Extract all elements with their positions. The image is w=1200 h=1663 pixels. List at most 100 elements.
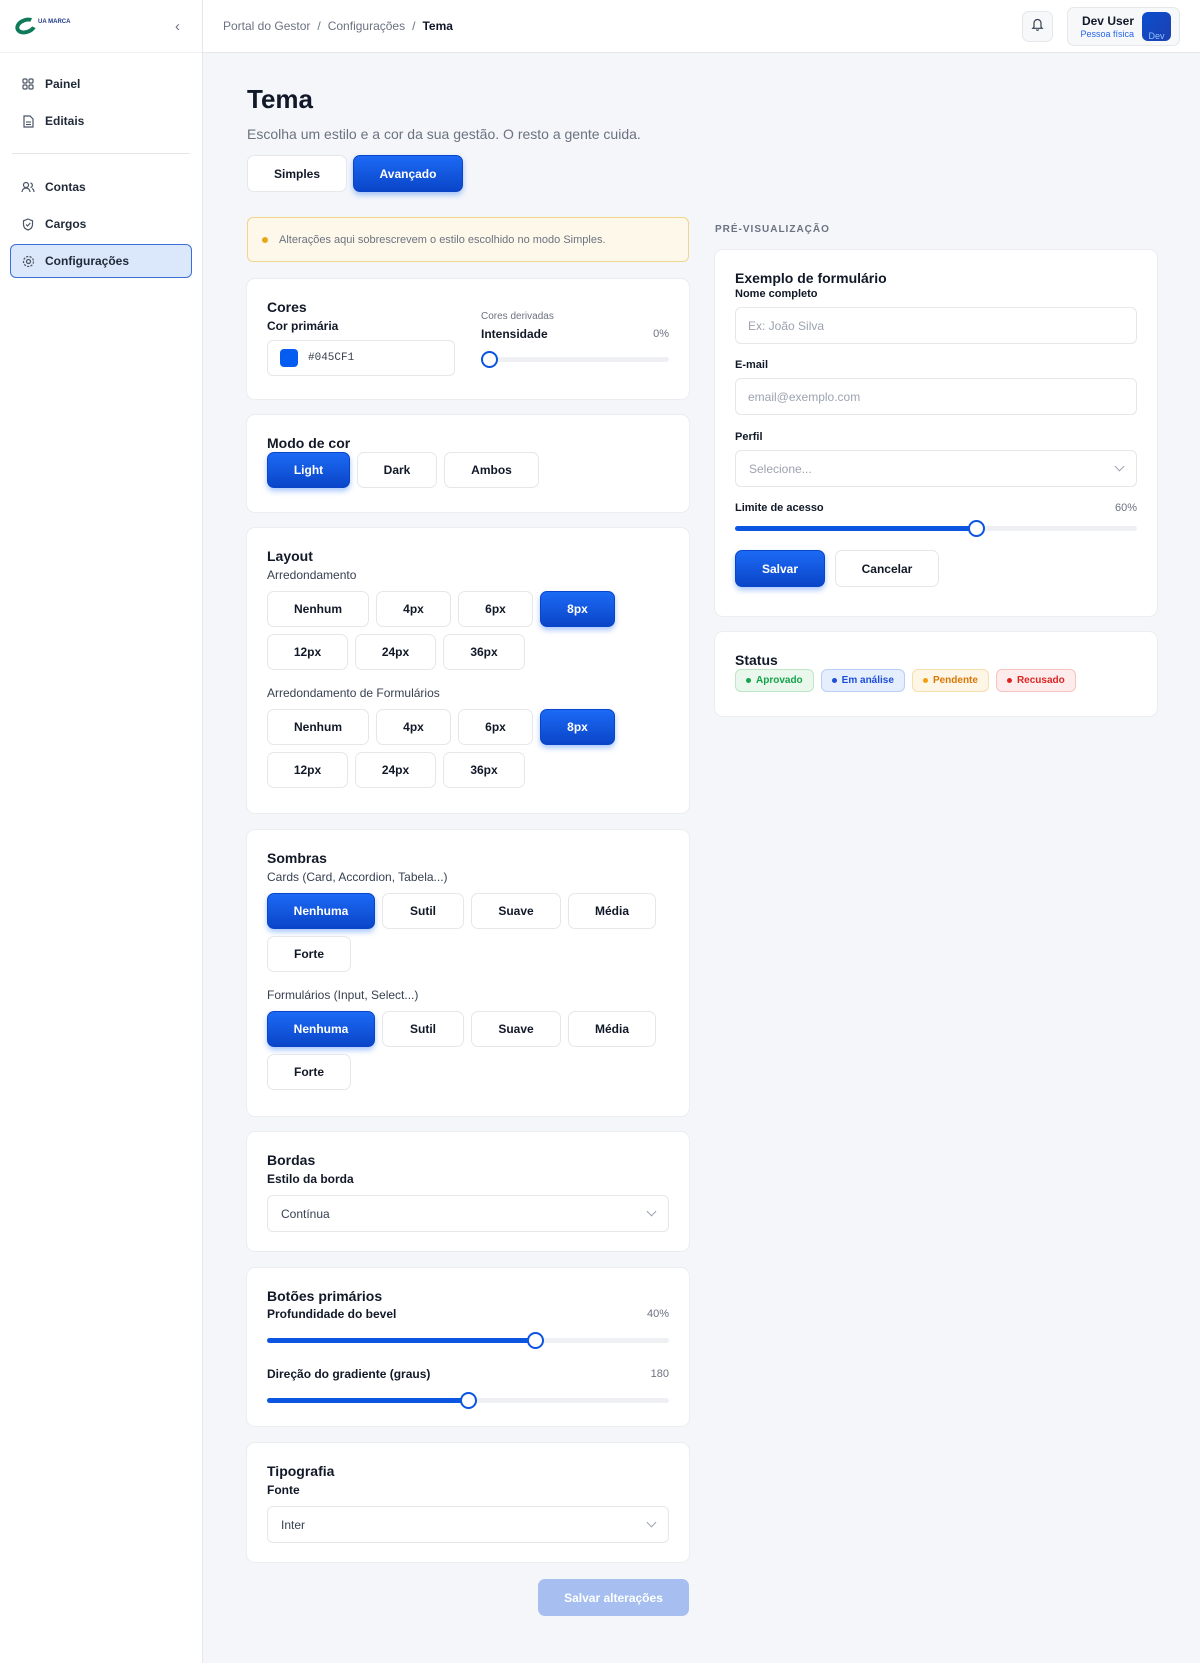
bevel-label: Profundidade do bevel (267, 1307, 397, 1321)
form-rounding-option-nenhum[interactable]: Nenhum (267, 709, 369, 745)
rounding-option-nenhum[interactable]: Nenhum (267, 591, 369, 627)
form-shadow-option-sutil[interactable]: Sutil (382, 1011, 464, 1047)
card-shadow-options: Nenhuma Sutil Suave Média Forte (267, 893, 667, 972)
slider-track (481, 357, 669, 362)
sidebar-divider (12, 153, 190, 154)
user-menu[interactable]: Dev User Pessoa física Dev (1067, 6, 1180, 46)
intensity-slider[interactable] (481, 349, 669, 369)
chevron-down-icon (646, 1517, 657, 1528)
logo-text: UA MARCA (38, 19, 71, 25)
sidebar-item-editais[interactable]: Editais (10, 104, 192, 138)
users-icon (21, 181, 35, 193)
form-rounding-option-36px[interactable]: 36px (443, 752, 525, 788)
slider-fill (735, 526, 977, 531)
shield-icon (21, 217, 35, 231)
status-dot-icon (831, 678, 837, 683)
slider-thumb[interactable] (460, 1392, 477, 1409)
form-shadow-option-forte[interactable]: Forte (267, 1054, 351, 1090)
slider-thumb[interactable] (481, 351, 498, 368)
save-changes-button[interactable]: Salvar alterações (538, 1579, 689, 1616)
name-input[interactable]: Ex: João Silva (735, 307, 1137, 344)
card-shadow-option-suave[interactable]: Suave (471, 893, 561, 929)
typography-title: Tipografia (267, 1463, 335, 1479)
preview-cancel-button[interactable]: Cancelar (835, 550, 939, 587)
profile-select[interactable]: Selecione... (735, 450, 1137, 487)
breadcrumb-separator: / (317, 19, 321, 33)
document-icon (21, 114, 35, 128)
badge-label: Recusado (1016, 675, 1065, 686)
card-shadow-option-media[interactable]: Média (568, 893, 656, 929)
tab-avancado[interactable]: Avançado (353, 155, 463, 192)
sidebar-item-contas[interactable]: Contas (10, 170, 192, 204)
status-badge-aprovado: Aprovado (735, 669, 814, 692)
color-swatch[interactable] (280, 349, 298, 367)
sidebar-item-configuracoes[interactable]: Configurações (10, 244, 192, 278)
form-rounding-options: Nenhum 4px 6px 8px 12px 24px 36px (267, 709, 627, 788)
color-mode-dark-button[interactable]: Dark (357, 452, 437, 488)
border-style-select[interactable]: Contínua (267, 1195, 669, 1232)
gradient-direction-slider[interactable] (267, 1390, 669, 1410)
colors-title: Cores (267, 299, 307, 315)
bevel-value: 40% (646, 1308, 669, 1320)
primary-color-label: Cor primária (267, 319, 339, 333)
rounding-option-24px[interactable]: 24px (355, 634, 436, 670)
sidebar-header: UA MARCA ‹ (0, 0, 202, 53)
access-limit-slider[interactable] (735, 518, 1137, 538)
layout-card: Layout Arredondamento Nenhum 4px 6px 8px… (247, 528, 689, 813)
rounding-option-8px[interactable]: 8px (540, 591, 615, 627)
profile-placeholder: Selecione... (749, 461, 812, 476)
rounding-option-6px[interactable]: 6px (458, 591, 533, 627)
brand-logo[interactable]: UA MARCA (12, 14, 71, 38)
color-mode-light-button[interactable]: Light (267, 452, 350, 488)
gradient-direction-value: 180 (650, 1368, 669, 1380)
form-shadow-option-suave[interactable]: Suave (471, 1011, 561, 1047)
profile-label: Perfil (735, 431, 763, 443)
form-rounding-option-12px[interactable]: 12px (267, 752, 348, 788)
border-style-value: Contínua (281, 1206, 330, 1221)
avatar-alt: Dev (1148, 30, 1165, 41)
notifications-button[interactable] (1022, 10, 1053, 42)
name-label: Nome completo (735, 288, 818, 300)
breadcrumb-item-configuracoes[interactable]: Configurações (328, 19, 405, 33)
tab-simples[interactable]: Simples (247, 155, 347, 192)
status-dot-icon (922, 678, 928, 683)
sidebar-item-painel[interactable]: Painel (10, 67, 192, 101)
preview-save-button[interactable]: Salvar (735, 550, 825, 587)
primary-color-input[interactable]: #045CF1 (267, 340, 455, 376)
color-mode-both-button[interactable]: Ambos (444, 452, 539, 488)
form-rounding-option-24px[interactable]: 24px (355, 752, 436, 788)
sidebar-item-label: Contas (45, 180, 86, 194)
card-shadow-option-forte[interactable]: Forte (267, 936, 351, 972)
shadows-title: Sombras (267, 850, 327, 866)
form-shadow-option-media[interactable]: Média (568, 1011, 656, 1047)
breadcrumb-item-portal[interactable]: Portal do Gestor (223, 19, 310, 33)
name-placeholder: Ex: João Silva (748, 318, 825, 333)
form-shadow-option-nenhuma[interactable]: Nenhuma (267, 1011, 375, 1047)
font-select[interactable]: Inter (267, 1506, 669, 1543)
preview-form-title: Exemplo de formulário (735, 270, 887, 286)
chevron-down-icon (646, 1206, 657, 1217)
topbar: Portal do Gestor / Configurações / Tema … (203, 0, 1200, 53)
rounding-label: Arredondamento (267, 568, 357, 582)
form-rounding-option-4px[interactable]: 4px (376, 709, 451, 745)
bell-icon (1031, 17, 1044, 36)
badge-label: Em análise (841, 675, 894, 686)
bevel-slider[interactable] (267, 1330, 669, 1350)
rounding-option-4px[interactable]: 4px (376, 591, 451, 627)
slider-thumb[interactable] (527, 1332, 545, 1349)
form-rounding-option-6px[interactable]: 6px (458, 709, 533, 745)
user-info: Dev User Pessoa física (1080, 14, 1134, 39)
slider-thumb[interactable] (968, 520, 986, 537)
rounding-option-12px[interactable]: 12px (267, 634, 348, 670)
card-shadow-option-sutil[interactable]: Sutil (382, 893, 464, 929)
sidebar-item-cargos[interactable]: Cargos (10, 207, 192, 241)
preview-status-card: Status Aprovado Em análise Pendente Recu… (715, 632, 1157, 716)
rounding-options: Nenhum 4px 6px 8px 12px 24px 36px (267, 591, 627, 670)
gradient-direction-label: Direção do gradiente (graus) (267, 1367, 431, 1381)
email-input[interactable]: email@exemplo.com (735, 378, 1137, 415)
rounding-option-36px[interactable]: 36px (443, 634, 525, 670)
form-rounding-option-8px[interactable]: 8px (540, 709, 615, 745)
main-content: Tema Escolha um estilo e a cor da sua ge… (247, 53, 1167, 1616)
collapse-sidebar-chevron-left-icon[interactable]: ‹ (175, 18, 180, 35)
card-shadow-option-nenhuma[interactable]: Nenhuma (267, 893, 375, 929)
